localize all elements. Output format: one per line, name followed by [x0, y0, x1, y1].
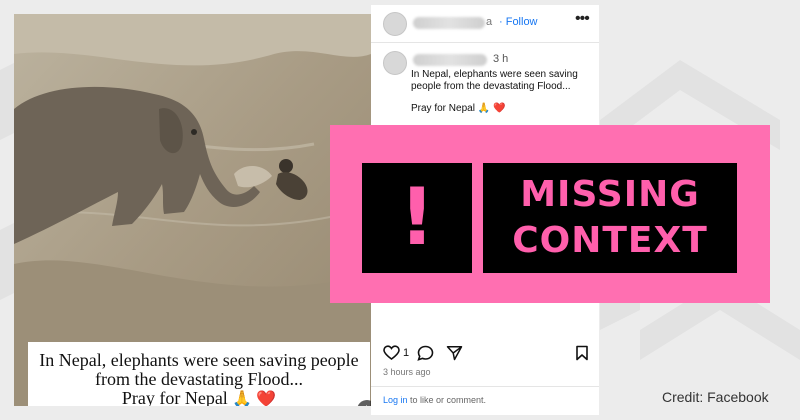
exclamation-icon: ! [399, 173, 435, 263]
rating-label-box: MISSING CONTEXT [483, 163, 737, 273]
post-text-line-2: people from the devastating Flood... [411, 81, 571, 92]
caption-line-3: Pray for Nepal 🙏 ❤️ [28, 388, 370, 407]
author-name-blurred[interactable] [413, 17, 485, 29]
like-heart-icon[interactable] [383, 345, 400, 361]
warning-box: ! [362, 163, 472, 273]
rating-line-1: MISSING [520, 174, 700, 215]
heart-emoji: ❤️ [492, 103, 506, 114]
author-avatar[interactable] [383, 12, 407, 36]
video-caption: In Nepal, elephants were seen saving peo… [28, 342, 370, 406]
post-header: a · Follow ••• [371, 5, 599, 41]
login-link[interactable]: Log in [383, 395, 408, 405]
comment-time: 3 h [493, 53, 509, 65]
video-player[interactable]: In Nepal, elephants were seen saving peo… [14, 14, 371, 406]
post-text: In Nepal, elephants were seen saving peo… [411, 69, 591, 115]
login-prompt: Log in to like or comment. [383, 395, 486, 405]
commenter-name-blurred[interactable] [413, 54, 487, 66]
post-actions: 1 [383, 345, 593, 363]
image-credit: Credit: Facebook [662, 389, 769, 405]
post-text-line-3: Pray for Nepal 🙏 ❤️ [411, 103, 591, 115]
post-text-pray: Pray for Nepal [411, 103, 475, 114]
rating-line-2: CONTEXT [512, 220, 708, 261]
share-send-icon[interactable] [446, 345, 463, 361]
missing-context-banner: ! MISSING CONTEXT [330, 125, 770, 303]
login-prompt-text: to like or comment. [407, 395, 487, 405]
follow-button[interactable]: · Follow [499, 16, 538, 28]
post-text-line-1: In Nepal, elephants were seen saving [411, 69, 578, 80]
commenter-avatar[interactable] [383, 51, 407, 75]
pray-emoji: 🙏 [477, 103, 491, 114]
caption-line-2: from the devastating Flood... [95, 369, 303, 389]
more-options-icon[interactable]: ••• [575, 11, 590, 27]
comment-bubble-icon[interactable] [417, 345, 434, 361]
speaker-muted-icon [366, 405, 367, 406]
author-name-suffix: a [486, 16, 493, 28]
footer-divider [371, 386, 599, 387]
caption-line-1: In Nepal, elephants were seen saving peo… [39, 350, 359, 370]
posted-time: 3 hours ago [383, 367, 431, 377]
caption-emoji: 🙏 ❤️ [232, 391, 277, 406]
caption-line-3-text: Pray for Nepal [121, 388, 228, 407]
save-bookmark-icon[interactable] [575, 345, 589, 361]
header-divider [371, 42, 599, 43]
like-count: 1 [403, 347, 410, 359]
